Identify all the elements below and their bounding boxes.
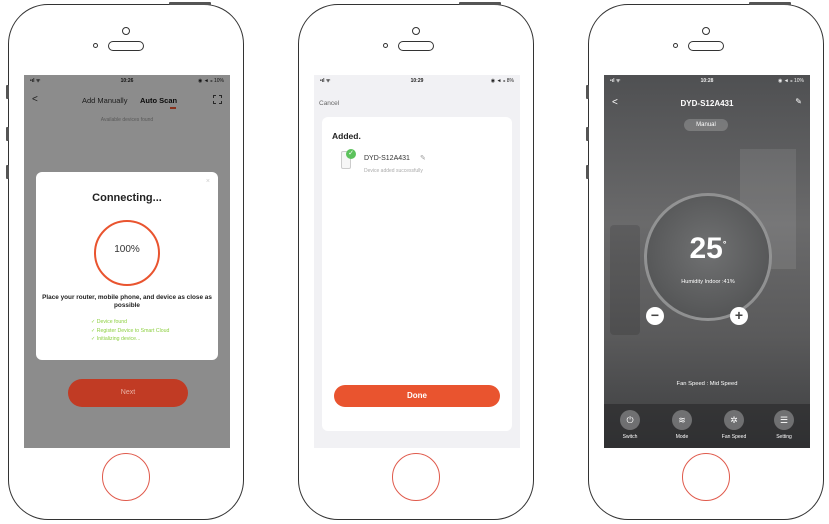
battery-icon: ◉ ◄ ⁎ 10% xyxy=(778,78,804,84)
mode-control[interactable]: ≋ Mode xyxy=(662,410,702,440)
earpiece-speaker xyxy=(108,41,144,51)
step-item: ✓ Device found xyxy=(91,319,128,325)
settings-icon: ☰ xyxy=(774,410,794,430)
control-label: Fan Speed xyxy=(721,434,747,440)
fan-icon: ✲ xyxy=(724,410,744,430)
connecting-dialog: × Connecting... 100% Place your router, … xyxy=(36,172,218,360)
decrease-button[interactable]: − xyxy=(646,307,664,325)
temperature-display: 25° xyxy=(647,232,769,266)
volume-button xyxy=(586,127,589,141)
fan-speed-readout: Fan Speed : Mid Speed xyxy=(676,381,738,387)
connecting-screen: •ıl ᯤ 10:26 ◉ ◄ ⁎ 10% < Add Manually Aut… xyxy=(24,75,230,448)
background-lamp xyxy=(610,225,640,335)
fan-speed-control[interactable]: ✲ Fan Speed xyxy=(714,410,754,440)
sensor-dot xyxy=(673,43,678,48)
front-camera xyxy=(122,27,130,35)
control-label: Switch xyxy=(622,434,638,440)
increase-button[interactable]: + xyxy=(730,307,748,325)
earpiece-speaker xyxy=(398,41,434,51)
humidity-dial: 25° Humidity Indoor :41% xyxy=(644,193,772,321)
phone-frame-2: •ıl ᯤ 10:29 ◉ ◄ ⁎ 8% Cancel Added. ✓ DYD… xyxy=(298,2,534,520)
degree-symbol: ° xyxy=(722,239,727,249)
front-camera xyxy=(412,27,420,35)
temperature-value: 25 xyxy=(689,232,723,265)
phone-frame-3: •ıl ᯤ 10:28 ◉ ◄ ⁎ 10% < DYD-S12A431 ✎ Ma… xyxy=(586,2,824,520)
control-label: Mode xyxy=(675,434,689,440)
progress-ring: 100% xyxy=(94,220,160,286)
home-button[interactable] xyxy=(392,453,440,501)
control-bar: ⏻ Switch ≋ Mode ✲ Fan Speed ☰ Setting xyxy=(604,404,810,448)
power-icon: ⏻ xyxy=(620,410,640,430)
device-title: DYD-S12A431 xyxy=(680,99,734,108)
added-card: Added. ✓ DYD-S12A431 ✎ Device added succ… xyxy=(322,117,512,431)
control-label: Setting xyxy=(776,434,792,440)
setting-control[interactable]: ☰ Setting xyxy=(764,410,804,440)
volume-button xyxy=(6,127,9,141)
cancel-button[interactable]: Cancel xyxy=(319,100,339,107)
step-list: ✓ Device found ✓ Register Device to Smar… xyxy=(91,318,169,344)
device-status: Device added successfully xyxy=(364,168,423,174)
added-heading: Added. xyxy=(332,131,361,141)
mode-pill: Manual xyxy=(684,119,728,131)
status-bar: •ıl ᯤ 10:29 ◉ ◄ ⁎ 8% xyxy=(314,75,520,87)
battery-icon: ◉ ◄ ⁎ 8% xyxy=(490,78,514,84)
volume-button xyxy=(6,85,9,99)
humidity-readout: Humidity Indoor :41% xyxy=(681,279,735,285)
power-button xyxy=(749,2,791,5)
earpiece-speaker xyxy=(688,41,724,51)
device-added-screen: •ıl ᯤ 10:29 ◉ ◄ ⁎ 8% Cancel Added. ✓ DYD… xyxy=(314,75,520,448)
check-icon: ✓ xyxy=(346,149,356,159)
edit-icon[interactable]: ✎ xyxy=(420,154,426,162)
switch-control[interactable]: ⏻ Switch xyxy=(610,410,650,440)
volume-button xyxy=(586,165,589,179)
status-time: 10:29 xyxy=(410,78,424,84)
next-button[interactable]: Next xyxy=(68,379,188,407)
volume-button xyxy=(586,85,589,99)
volume-button xyxy=(6,165,9,179)
status-bar: •ıl ᯤ 10:28 ◉ ◄ ⁎ 10% xyxy=(604,75,810,87)
power-button xyxy=(169,2,211,5)
sensor-dot xyxy=(93,43,98,48)
sensor-dot xyxy=(383,43,388,48)
step-item: ✓ Register Device to Smart Cloud xyxy=(91,327,170,334)
dialog-title: Connecting... xyxy=(92,192,162,204)
step-item: ✓ Initializing device... xyxy=(91,336,141,342)
close-icon[interactable]: × xyxy=(206,178,210,185)
device-name: DYD-S12A431 xyxy=(364,155,410,162)
device-control-screen: •ıl ᯤ 10:28 ◉ ◄ ⁎ 10% < DYD-S12A431 ✎ Ma… xyxy=(604,75,810,448)
home-button[interactable] xyxy=(102,453,150,501)
front-camera xyxy=(702,27,710,35)
home-button[interactable] xyxy=(682,453,730,501)
edit-icon[interactable]: ✎ xyxy=(795,97,802,106)
mode-icon: ≋ xyxy=(672,410,692,430)
progress-value: 100% xyxy=(114,244,140,255)
phone-frame-1: •ıl ᯤ 10:26 ◉ ◄ ⁎ 10% < Add Manually Aut… xyxy=(6,2,244,520)
placement-message: Place your router, mobile phone, and dev… xyxy=(42,294,212,309)
done-button[interactable]: Done xyxy=(334,385,500,407)
power-button xyxy=(459,2,501,5)
